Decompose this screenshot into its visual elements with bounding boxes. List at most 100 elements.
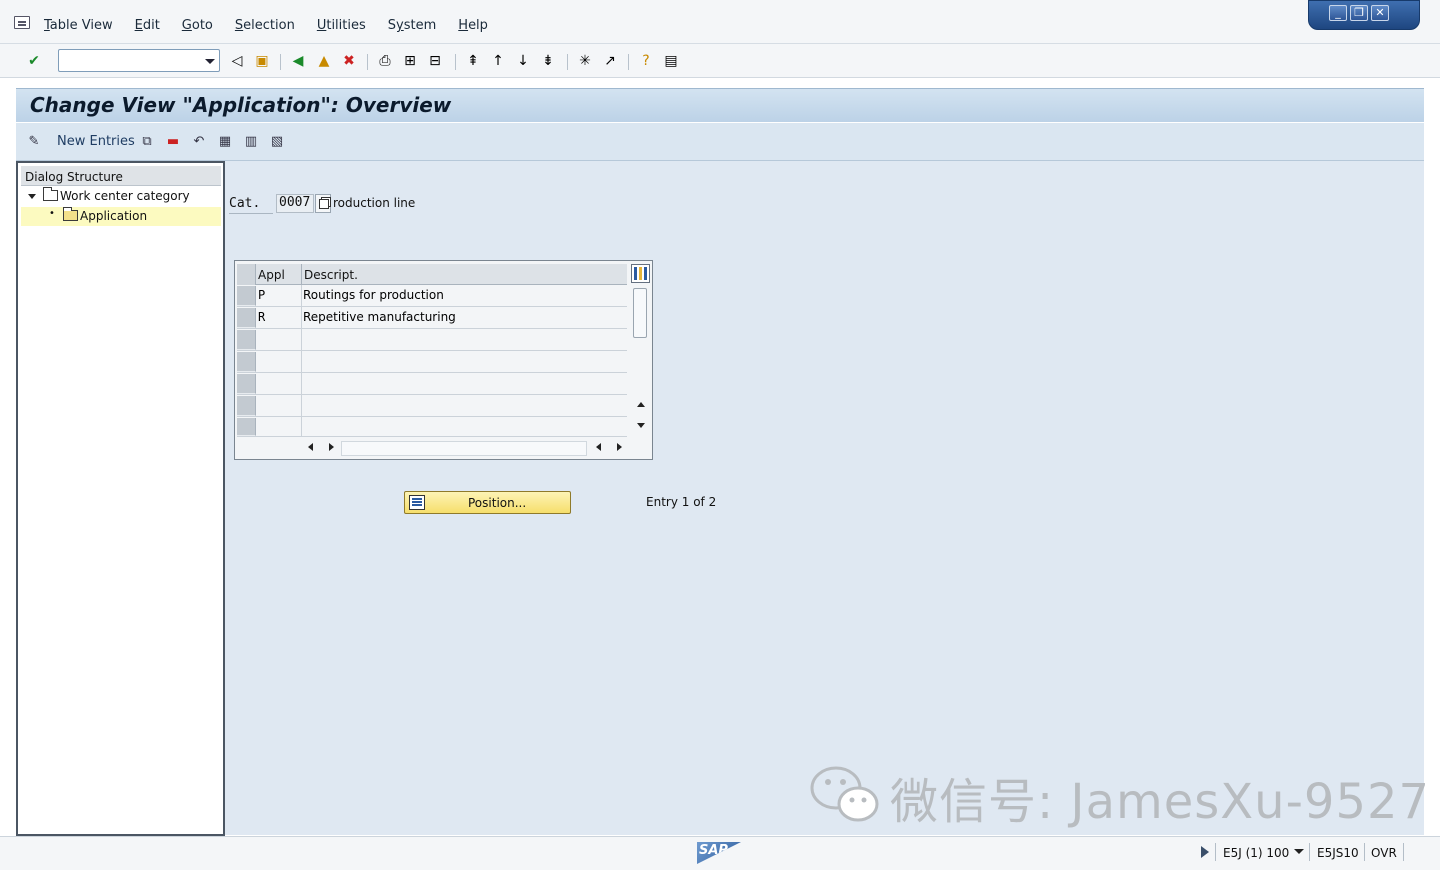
save-icon[interactable]: ▣ xyxy=(253,52,271,70)
scroll-left-icon[interactable] xyxy=(308,443,313,451)
table-row: R Repetitive manufacturing xyxy=(237,307,627,329)
row-selector[interactable] xyxy=(237,286,256,306)
watermark-text: 微信号: JamesXu-9527 xyxy=(890,774,1431,830)
position-button[interactable]: Position... xyxy=(404,491,571,514)
copy-as-icon[interactable]: ⧉ xyxy=(139,133,155,149)
scroll-right-icon[interactable] xyxy=(329,443,334,451)
cell-descript xyxy=(303,395,627,416)
layout-menu-icon[interactable]: ▤ xyxy=(662,52,680,70)
find-next-icon[interactable]: ⊟ xyxy=(426,52,444,70)
scrollbar-thumb[interactable] xyxy=(633,288,647,338)
exit-icon[interactable]: ▲ xyxy=(315,52,333,70)
status-separator xyxy=(1403,843,1404,861)
select-block-icon[interactable]: ▥ xyxy=(243,133,259,149)
row-selector[interactable] xyxy=(237,308,256,328)
vertical-scrollbar[interactable] xyxy=(631,285,650,435)
enter-check-icon[interactable]: ✔ xyxy=(25,52,43,70)
row-selector[interactable] xyxy=(237,352,256,372)
pencil-icon[interactable]: ✎ xyxy=(26,133,42,149)
menu-selection[interactable]: Selection xyxy=(235,18,295,33)
print-icon[interactable]: ⎙ xyxy=(376,52,394,70)
tree-item-application[interactable]: • Application xyxy=(21,207,221,226)
row-selector[interactable] xyxy=(237,396,256,416)
command-field[interactable] xyxy=(58,49,220,72)
scroll-right-icon[interactable] xyxy=(617,443,622,451)
row-selector[interactable] xyxy=(237,330,256,350)
scroll-down-icon[interactable] xyxy=(637,423,645,428)
column-header-descript[interactable]: Descript. xyxy=(304,268,358,282)
select-all-rows-button[interactable] xyxy=(237,264,256,285)
new-session-icon[interactable]: ✳ xyxy=(576,52,594,70)
cell-descript: Routings for production xyxy=(303,288,444,302)
application-table: Appl Descript. P Routings for production… xyxy=(234,260,653,460)
menu-edit[interactable]: Edit xyxy=(135,18,160,33)
restore-button[interactable]: ❐ xyxy=(1350,5,1368,21)
table-header: Appl Descript. xyxy=(256,264,627,285)
back-triangle-icon[interactable]: ◁ xyxy=(228,52,246,70)
last-page-icon[interactable]: ⇟ xyxy=(539,52,557,70)
row-selector[interactable] xyxy=(237,374,256,394)
chevron-down-icon[interactable] xyxy=(1294,849,1304,854)
cell-appl[interactable] xyxy=(256,329,302,350)
menu-goto[interactable]: Goto xyxy=(182,18,213,33)
table-row xyxy=(237,395,627,417)
title-bar: Change View "Application": Overview xyxy=(16,88,1424,122)
horizontal-scrollbar[interactable] xyxy=(341,441,587,456)
delete-icon[interactable]: ▬ xyxy=(165,133,181,149)
table-row: P Routings for production xyxy=(237,285,627,307)
menu-table-view[interactable]: Table View xyxy=(44,18,113,33)
status-server: E5JS10 xyxy=(1317,846,1359,860)
row-selector[interactable] xyxy=(237,418,256,436)
page-title: Change View "Application": Overview xyxy=(30,93,452,117)
status-play-icon[interactable] xyxy=(1201,846,1209,858)
menu-items: Table View Edit Goto Selection Utilities… xyxy=(44,18,510,33)
tree-item-work-center-category[interactable]: Work center category xyxy=(21,187,221,206)
table-settings-icon[interactable] xyxy=(631,264,650,283)
cancel-icon[interactable]: ✖ xyxy=(340,52,358,70)
window-controls: _ ❐ ✕ xyxy=(1308,0,1420,30)
toolbar-separator xyxy=(367,54,368,70)
tree-item-content: Application xyxy=(63,207,147,223)
cell-appl[interactable]: P xyxy=(256,285,302,306)
column-header-appl[interactable]: Appl xyxy=(258,268,285,282)
menu-help[interactable]: Help xyxy=(458,18,488,33)
value-help-icon[interactable] xyxy=(315,194,331,213)
table-row xyxy=(237,329,627,351)
chevron-down-icon[interactable] xyxy=(205,59,215,64)
table-row xyxy=(237,373,627,395)
cell-appl[interactable] xyxy=(256,373,302,394)
cell-descript: Repetitive manufacturing xyxy=(303,310,456,324)
cat-input[interactable]: 0007 xyxy=(276,194,314,213)
menu-icon[interactable] xyxy=(14,16,30,29)
menu-system[interactable]: System xyxy=(388,18,437,33)
expand-icon[interactable] xyxy=(28,194,36,199)
scroll-up-icon[interactable] xyxy=(637,402,645,407)
cell-appl[interactable] xyxy=(256,417,302,436)
status-mode[interactable]: OVR xyxy=(1371,846,1397,860)
first-page-icon[interactable]: ⇞ xyxy=(464,52,482,70)
deselect-all-icon[interactable]: ▧ xyxy=(269,133,285,149)
tree-item-content: Work center category xyxy=(43,187,190,203)
help-icon[interactable]: ? xyxy=(637,52,655,70)
scroll-left-icon[interactable] xyxy=(596,443,601,451)
previous-page-icon[interactable]: ↑ xyxy=(489,52,507,70)
cell-appl[interactable]: R xyxy=(256,307,302,328)
bullet-icon: • xyxy=(49,208,55,219)
status-system: E5J (1) 100 xyxy=(1223,846,1290,860)
toolbar-separator xyxy=(567,54,568,70)
select-all-icon[interactable]: ▦ xyxy=(217,133,233,149)
cell-appl[interactable] xyxy=(256,351,302,372)
minimize-button[interactable]: _ xyxy=(1329,5,1347,21)
back-icon[interactable]: ◀ xyxy=(289,52,307,70)
new-entries-button[interactable]: New Entries xyxy=(57,134,135,149)
cell-appl[interactable] xyxy=(256,395,302,416)
folder-icon xyxy=(43,187,58,201)
close-button[interactable]: ✕ xyxy=(1371,5,1389,21)
undo-change-icon[interactable]: ↶ xyxy=(191,133,207,149)
next-page-icon[interactable]: ↓ xyxy=(514,52,532,70)
shortcut-icon[interactable]: ↗ xyxy=(601,52,619,70)
cell-descript xyxy=(303,417,627,438)
cat-label: Cat. xyxy=(229,196,273,214)
menu-utilities[interactable]: Utilities xyxy=(317,18,366,33)
find-icon[interactable]: ⊞ xyxy=(401,52,419,70)
